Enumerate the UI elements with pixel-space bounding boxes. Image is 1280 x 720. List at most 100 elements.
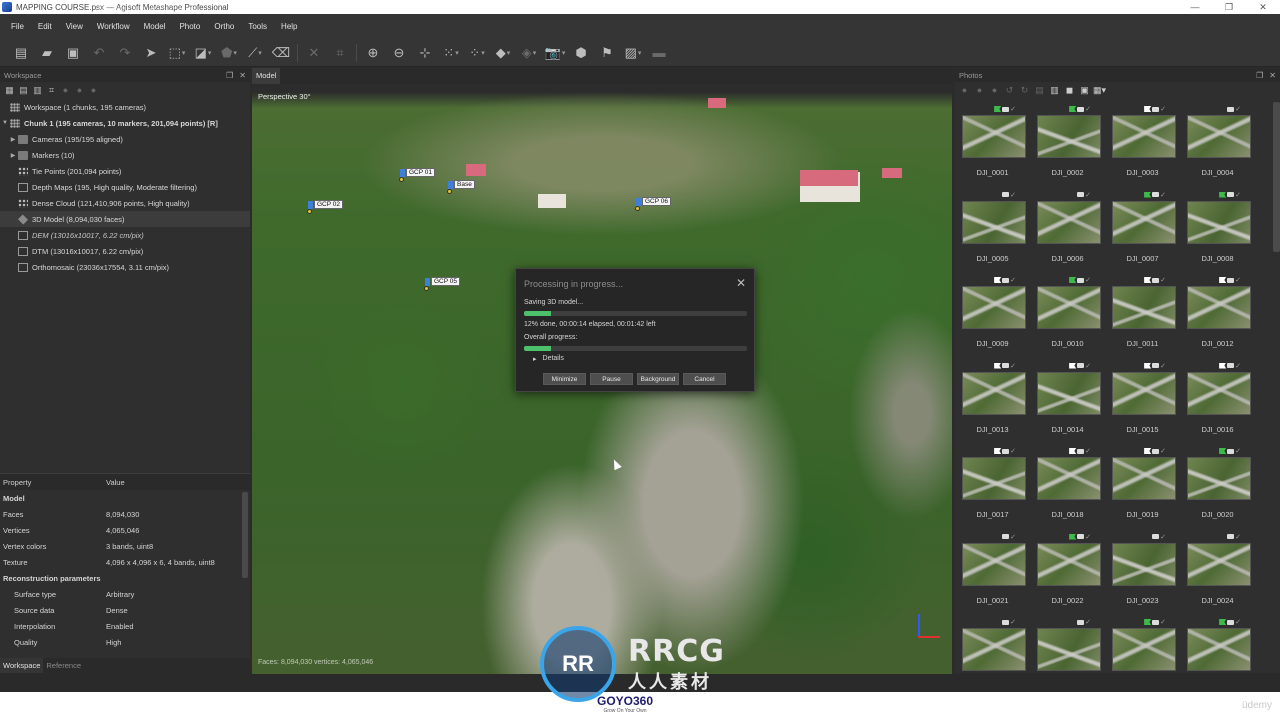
disable-cameras-icon[interactable]: ● bbox=[974, 85, 985, 96]
view-mode-icon[interactable]: ▦▾ bbox=[1093, 85, 1106, 96]
menu-file[interactable]: File bbox=[4, 22, 31, 31]
redo-icon[interactable]: ↷ bbox=[112, 42, 138, 64]
tab-reference[interactable]: Reference bbox=[43, 658, 84, 673]
photo-thumbnail[interactable]: ✓ DJI_0005 bbox=[955, 188, 1030, 273]
marker-gcp02[interactable]: GCP 02 bbox=[307, 200, 344, 214]
dense-cloud-icon[interactable]: ⁘ bbox=[464, 42, 490, 64]
model-view-icon[interactable]: ◆ bbox=[490, 42, 516, 64]
new-project-icon[interactable]: ▤ bbox=[8, 42, 34, 64]
photo-thumbnail[interactable]: ✓ DJI_0020 bbox=[1180, 444, 1255, 529]
disable-icon[interactable]: ● bbox=[60, 85, 71, 96]
photo-thumbnail[interactable]: ✓ DJI_0006 bbox=[1030, 188, 1105, 273]
ruler-icon[interactable]: ⟋ bbox=[242, 42, 268, 64]
tree-markers[interactable]: ▶ Markers (10) bbox=[0, 147, 250, 163]
cancel-button[interactable]: Cancel bbox=[683, 373, 726, 385]
show-markers-icon[interactable]: ⚑ bbox=[594, 42, 620, 64]
tree-workspace-root[interactable]: Workspace (1 chunks, 195 cameras) bbox=[0, 99, 250, 115]
dialog-close-icon[interactable]: ✕ bbox=[736, 276, 746, 290]
add-chunk-icon[interactable]: ▦ bbox=[4, 85, 15, 96]
zoom-in-icon[interactable]: ⊕ bbox=[360, 42, 386, 64]
rotate-right-icon[interactable]: ↻ bbox=[1019, 85, 1030, 96]
details-toggle[interactable]: ▸ Details bbox=[533, 355, 564, 363]
menu-ortho[interactable]: Ortho bbox=[207, 22, 241, 31]
zoom-out-icon[interactable]: ⊖ bbox=[386, 42, 412, 64]
photo-thumbnail[interactable]: ✓ DJI_0007 bbox=[1105, 188, 1180, 273]
float-panel-icon[interactable]: ❐ bbox=[226, 71, 233, 80]
minimize-button[interactable]: Minimize bbox=[543, 373, 586, 385]
photo-thumbnail[interactable]: ✓ DJI_0001 bbox=[955, 102, 1030, 187]
point-cloud-icon[interactable]: ⁙ bbox=[438, 42, 464, 64]
show-masks-icon[interactable]: ▣ bbox=[1079, 85, 1090, 96]
expand-arrow-icon[interactable]: ▶ bbox=[8, 152, 18, 159]
close-panel-icon[interactable]: ✕ bbox=[239, 71, 246, 80]
open-project-icon[interactable]: ▰ bbox=[34, 42, 60, 64]
tiled-model-icon[interactable]: ◈ bbox=[516, 42, 542, 64]
add-folder-icon[interactable]: ▥ bbox=[32, 85, 43, 96]
show-region-icon[interactable]: ▬ bbox=[646, 42, 672, 64]
photo-thumbnail[interactable]: ✓ DJI_0013 bbox=[955, 359, 1030, 444]
enable-icon[interactable]: ● bbox=[74, 85, 85, 96]
crop-selection-icon[interactable]: ⌗ bbox=[327, 42, 353, 64]
tree-tie-points[interactable]: Tie Points (201,094 points) bbox=[0, 163, 250, 179]
photo-thumbnail[interactable]: ✓ DJI_0018 bbox=[1030, 444, 1105, 529]
reset-filter-icon[interactable]: ▥ bbox=[1049, 85, 1060, 96]
close-panel-icon[interactable]: ✕ bbox=[1269, 71, 1276, 80]
show-cameras-icon[interactable]: 📷 bbox=[542, 42, 568, 64]
photo-thumbnail[interactable]: ✓ DJI_0023 bbox=[1105, 530, 1180, 615]
photos-scrollbar[interactable] bbox=[1273, 102, 1280, 252]
background-button[interactable]: Background bbox=[637, 373, 679, 385]
eraser-icon[interactable]: ⌫ bbox=[268, 42, 294, 64]
menu-photo[interactable]: Photo bbox=[172, 22, 207, 31]
photo-thumbnail[interactable]: ✓ DJI_0010 bbox=[1030, 273, 1105, 358]
photo-thumbnail[interactable]: ✓ DJI_0017 bbox=[955, 444, 1030, 529]
rectangle-selection-icon[interactable]: ⬚ bbox=[164, 42, 190, 64]
collapse-arrow-icon[interactable]: ▼ bbox=[0, 120, 10, 126]
remove-cameras-icon[interactable]: ● bbox=[989, 85, 1000, 96]
menu-edit[interactable]: Edit bbox=[31, 22, 59, 31]
tree-dense-cloud[interactable]: Dense Cloud (121,410,906 points, High qu… bbox=[0, 195, 250, 211]
undo-icon[interactable]: ↶ bbox=[86, 42, 112, 64]
enable-cameras-icon[interactable]: ● bbox=[959, 85, 970, 96]
tree-chunk[interactable]: ▼ Chunk 1 (195 cameras, 10 markers, 201,… bbox=[0, 115, 250, 131]
remove-items-icon[interactable]: ⌗ bbox=[46, 85, 57, 96]
photo-thumbnail[interactable]: ✓ DJI_0009 bbox=[955, 273, 1030, 358]
value-column-header[interactable]: Value bbox=[106, 478, 125, 487]
photo-thumbnail[interactable]: ✓ DJI_0012 bbox=[1180, 273, 1255, 358]
menu-model[interactable]: Model bbox=[137, 22, 173, 31]
show-images-icon[interactable]: ▨ bbox=[620, 42, 646, 64]
photo-thumbnail[interactable]: ✓ DJI_0015 bbox=[1105, 359, 1180, 444]
photo-thumbnail[interactable]: ✓ DJI_0003 bbox=[1105, 102, 1180, 187]
menu-help[interactable]: Help bbox=[274, 22, 304, 31]
photo-thumbnail[interactable]: ✓ DJI_0016 bbox=[1180, 359, 1255, 444]
tree-cameras[interactable]: ▶ Cameras (195/195 aligned) bbox=[0, 131, 250, 147]
property-column-header[interactable]: Property bbox=[0, 478, 106, 487]
property-scrollbar[interactable] bbox=[242, 492, 248, 578]
show-shapes-icon[interactable]: ⬢ bbox=[568, 42, 594, 64]
filter-icon[interactable]: ▤ bbox=[1034, 85, 1045, 96]
add-photos-icon[interactable]: ▤ bbox=[18, 85, 29, 96]
settings-icon[interactable]: ● bbox=[88, 85, 99, 96]
expand-arrow-icon[interactable]: ▶ bbox=[8, 136, 18, 143]
minimize-window-icon[interactable]: — bbox=[1178, 0, 1212, 14]
tree-dtm[interactable]: DTM (13016x10017, 6.22 cm/pix) bbox=[0, 243, 250, 259]
tree-depth-maps[interactable]: Depth Maps (195, High quality, Moderate … bbox=[0, 179, 250, 195]
photo-thumbnail[interactable]: ✓ DJI_0008 bbox=[1180, 188, 1255, 273]
tree-dem[interactable]: DEM (13016x10017, 6.22 cm/pix) bbox=[0, 227, 250, 243]
rotate-left-icon[interactable]: ↺ bbox=[1004, 85, 1015, 96]
tab-workspace[interactable]: Workspace bbox=[0, 658, 44, 673]
float-panel-icon[interactable]: ❐ bbox=[1256, 71, 1263, 80]
marker-gcp01[interactable]: GCP 01 bbox=[399, 168, 436, 182]
tree-orthomosaic[interactable]: Orthomosaic (23036x17554, 3.11 cm/pix) bbox=[0, 259, 250, 275]
marker-base[interactable]: Base bbox=[447, 180, 475, 194]
maximize-window-icon[interactable]: ❐ bbox=[1212, 0, 1246, 14]
draw-polygon-icon[interactable]: ⬟ bbox=[216, 42, 242, 64]
show-images-icon[interactable]: ◼ bbox=[1064, 85, 1075, 96]
menu-tools[interactable]: Tools bbox=[241, 22, 274, 31]
navigation-cursor-icon[interactable]: ➤ bbox=[138, 42, 164, 64]
resize-region-icon[interactable]: ◪ bbox=[190, 42, 216, 64]
photo-thumbnail[interactable]: ✓ DJI_0024 bbox=[1180, 530, 1255, 615]
photo-thumbnail[interactable]: ✓ DJI_0019 bbox=[1105, 444, 1180, 529]
menu-workflow[interactable]: Workflow bbox=[90, 22, 137, 31]
tree-3d-model[interactable]: 3D Model (8,094,030 faces) bbox=[0, 211, 250, 227]
close-window-icon[interactable]: ✕ bbox=[1246, 0, 1280, 14]
